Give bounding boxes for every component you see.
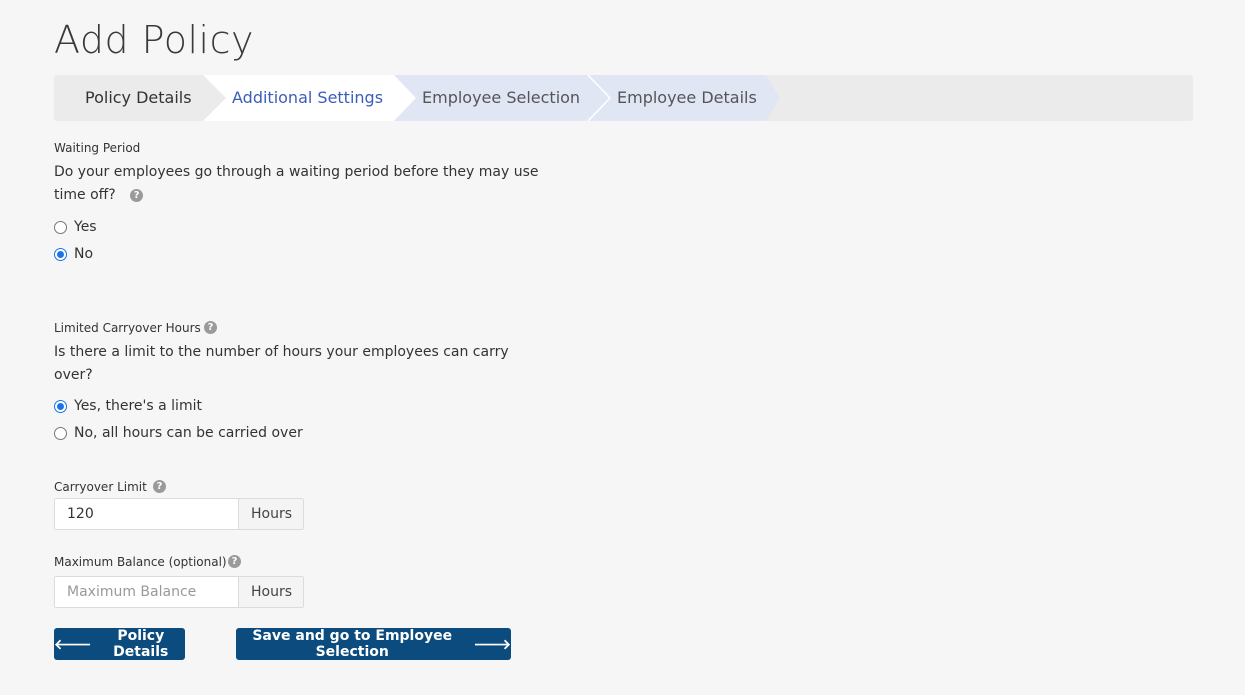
waiting-period-no-label[interactable]: No [74,246,93,262]
page-title: Add Policy [54,18,254,62]
carryover-yes-option[interactable]: Yes, there's a limit [54,397,202,415]
step-employee-details[interactable]: Employee Details [617,75,757,121]
step-additional-settings[interactable]: Additional Settings [232,75,383,121]
carryover-question-line1: Is there a limit to the number of hours … [54,344,509,360]
waiting-period-yes-label[interactable]: Yes [74,219,97,235]
carryover-limit-input[interactable] [55,499,239,529]
save-and-continue-button[interactable]: Save and go to Employee Selection 🡒 [236,628,511,660]
waiting-period-yes-radio[interactable] [54,220,67,234]
waiting-period-yes-option[interactable]: Yes [54,218,97,236]
arrow-right-icon: 🡒 [473,636,511,653]
max-balance-input[interactable] [55,577,239,607]
carryover-no-radio[interactable] [54,426,67,440]
carryover-no-option[interactable]: No, all hours can be carried over [54,424,303,442]
back-to-policy-details-button[interactable]: 🡐 Policy Details [54,628,185,660]
back-button-label: Policy Details [113,628,169,660]
max-balance-input-group: Hours [54,576,304,608]
waiting-period-no-radio[interactable] [54,247,67,261]
step-employee-selection[interactable]: Employee Selection [422,75,580,121]
waiting-period-no-option[interactable]: No [54,245,93,263]
carryover-yes-radio[interactable] [54,399,67,413]
waiting-period-question: Do your employees go through a waiting p… [54,161,538,207]
carryover-label: Limited Carryover Hours [54,321,201,335]
wizard-steps: Policy Details Additional Settings Emplo… [54,75,1193,121]
max-balance-label: Maximum Balance (optional) [54,555,227,569]
carryover-no-label[interactable]: No, all hours can be carried over [74,425,303,441]
question-circle-icon[interactable]: ? [130,188,144,202]
carryover-limit-unit: Hours [239,499,303,529]
carryover-question-line2: over? [54,367,93,383]
carryover-limit-input-group: Hours [54,498,304,530]
question-circle-icon[interactable]: ? [204,321,217,334]
max-balance-unit: Hours [239,577,303,607]
carryover-question: Is there a limit to the number of hours … [54,341,509,387]
waiting-period-label: Waiting Period [54,141,141,155]
question-circle-icon[interactable]: ? [228,555,241,568]
step-policy-details[interactable]: Policy Details [85,75,192,121]
carryover-yes-label[interactable]: Yes, there's a limit [74,398,202,414]
waiting-period-question-line1: Do your employees go through a waiting p… [54,164,539,180]
carryover-limit-label: Carryover Limit [54,480,147,494]
question-circle-icon[interactable]: ? [153,480,166,493]
save-button-label: Save and go to Employee Selection [252,628,453,660]
arrow-left-icon: 🡐 [54,636,92,653]
waiting-period-question-line2: time off? [54,187,116,203]
